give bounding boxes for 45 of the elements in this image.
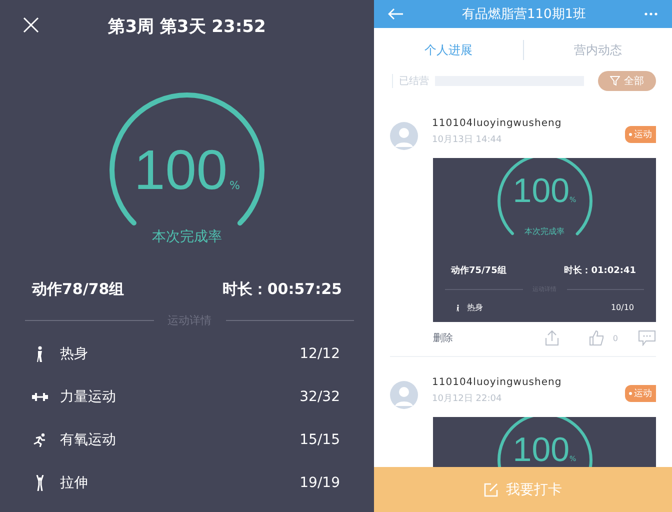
duration: 时长：01:02:41: [564, 264, 636, 277]
category-count: 12/12: [300, 346, 340, 362]
category-tag: 运动: [625, 385, 656, 402]
completion-label: 本次完成率: [151, 228, 223, 246]
category-count: 10/10: [610, 303, 634, 312]
walking-person-icon: [455, 302, 461, 312]
like-count: 0: [612, 334, 618, 342]
category-count: 32/32: [300, 388, 340, 404]
edit-icon: [484, 482, 498, 496]
percent-unit: %: [229, 179, 240, 192]
completion-value: 100: [512, 431, 570, 467]
thumbs-up-icon[interactable]: [588, 330, 605, 346]
category-name: 热身: [467, 302, 483, 313]
category-name: 力量运动: [60, 388, 116, 406]
post-date: 10月13日 14:44: [432, 134, 503, 146]
completion-value: 100: [134, 138, 228, 201]
workout-title: 第3周 第3天 23:52: [108, 16, 266, 38]
category-name: 拉伸: [60, 474, 88, 492]
filter-icon: [610, 76, 620, 86]
avatar-icon[interactable]: [390, 122, 418, 150]
group-title: 有品燃脂营110期1班: [462, 6, 586, 23]
category-count: 19/19: [300, 474, 340, 490]
avatar-icon[interactable]: [390, 381, 418, 409]
more-icon[interactable]: [644, 12, 658, 16]
sets-count: 动作78/78组: [32, 280, 124, 299]
share-icon[interactable]: [544, 330, 559, 346]
username[interactable]: 110104luoyingwusheng: [432, 377, 611, 388]
category-count: 15/15: [300, 432, 340, 448]
category-name: 有氧运动: [60, 430, 116, 448]
back-arrow-icon[interactable]: [388, 8, 404, 20]
completion-value: 100: [512, 172, 570, 210]
delete-link[interactable]: 删除: [433, 331, 453, 345]
status-label: 已结营: [392, 74, 429, 88]
completion-label: 本次完成率: [524, 226, 566, 237]
post-date: 10月12日 22:04: [432, 393, 503, 405]
running-person-icon: [32, 432, 48, 446]
dumbbell-icon: [32, 392, 48, 400]
sets-count: 动作75/75组: [451, 264, 506, 277]
close-icon[interactable]: [22, 16, 40, 34]
category-name: 热身: [60, 344, 88, 362]
comment-icon[interactable]: [638, 330, 656, 346]
tab[interactable]: 个人进展: [374, 40, 522, 60]
category-tag: 运动: [625, 126, 656, 143]
duration: 时长：00:57:25: [222, 280, 342, 299]
username[interactable]: 110104luoyingwusheng: [432, 118, 611, 129]
